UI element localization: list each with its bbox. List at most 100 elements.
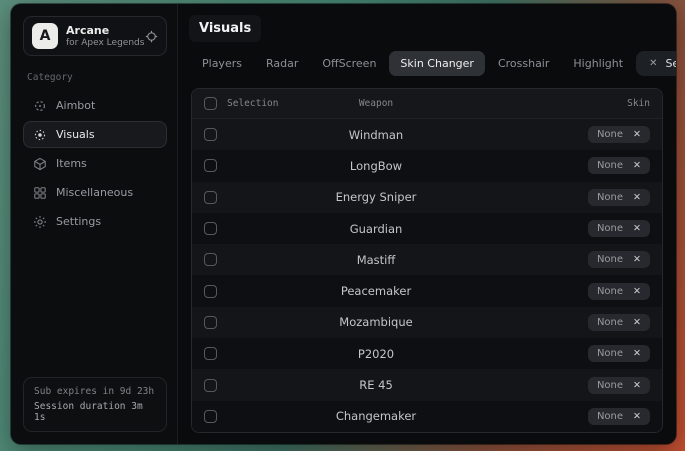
clear-skin-icon[interactable]: ✕ [633, 380, 641, 391]
skin-value: None [597, 380, 623, 391]
skin-value: None [597, 348, 623, 359]
cube-icon [33, 157, 47, 171]
clear-skin-icon[interactable]: ✕ [633, 254, 641, 265]
clear-skin-icon[interactable]: ✕ [633, 317, 641, 328]
app-name: Arcane [66, 24, 137, 37]
row-checkbox[interactable] [204, 379, 217, 392]
table-row[interactable]: Peacemaker None ✕ [192, 275, 662, 306]
sidebar-item-label: Miscellaneous [56, 186, 133, 199]
skin-value: None [597, 129, 623, 140]
tab-bar: Players Radar OffScreen Skin Changer Cro… [191, 51, 663, 76]
tab-label: Crosshair [498, 57, 549, 70]
clear-skin-icon[interactable]: ✕ [633, 129, 641, 140]
sidebar-item[interactable]: Visuals [23, 121, 167, 148]
clear-skin-icon[interactable]: ✕ [633, 223, 641, 234]
row-checkbox[interactable] [204, 222, 217, 235]
row-checkbox[interactable] [204, 159, 217, 172]
select-all-checkbox[interactable] [204, 97, 217, 110]
skin-value: None [597, 223, 623, 234]
skin-column-header: Skin [627, 98, 650, 109]
row-checkbox[interactable] [204, 285, 217, 298]
clear-skin-icon[interactable]: ✕ [633, 411, 641, 422]
skin-selector-chip[interactable]: None ✕ [588, 126, 650, 143]
table-row[interactable]: LongBow None ✕ [192, 150, 662, 181]
tab-label: Skin Changer [400, 57, 474, 70]
skin-selector-chip[interactable]: None ✕ [588, 220, 650, 237]
sidebar-item[interactable]: Aimbot [23, 92, 167, 119]
table-row[interactable]: Windman None ✕ [192, 119, 662, 150]
scan-icon [33, 128, 47, 142]
table-row[interactable]: Mozambique None ✕ [192, 307, 662, 338]
table-row[interactable]: P2020 None ✕ [192, 338, 662, 369]
weapon-name: Guardian [350, 222, 403, 236]
subscription-card: Sub expires in 9d 23h Session duration 3… [23, 377, 167, 432]
skin-selector-chip[interactable]: None ✕ [588, 251, 650, 268]
grid-icon [33, 186, 47, 200]
skin-selector-chip[interactable]: None ✕ [588, 377, 650, 394]
row-checkbox[interactable] [204, 347, 217, 360]
table-row[interactable]: RE 45 None ✕ [192, 369, 662, 400]
skin-selector-chip[interactable]: None ✕ [588, 408, 650, 425]
sidebar-item-label: Aimbot [56, 99, 95, 112]
target-icon[interactable] [145, 30, 158, 43]
sidebar-item-label: Items [56, 157, 87, 170]
table-row[interactable]: Changemaker None ✕ [192, 401, 662, 432]
sub-expires-text: Sub expires in 9d 23h [34, 386, 156, 397]
skin-value: None [597, 192, 623, 203]
search-shortcut-icon: ✕ [649, 58, 657, 69]
row-checkbox[interactable] [204, 128, 217, 141]
skin-selector-chip[interactable]: None ✕ [588, 189, 650, 206]
tab[interactable]: Crosshair [487, 51, 560, 76]
skin-selector-chip[interactable]: None ✕ [588, 314, 650, 331]
search-button[interactable]: ✕ Search [636, 51, 676, 76]
app-header-card: A Arcane for Apex Legends [23, 16, 167, 56]
tab[interactable]: Skin Changer [389, 51, 485, 76]
tab[interactable]: Players [191, 51, 253, 76]
app-logo: A [32, 23, 58, 49]
sidebar-item[interactable]: Items [23, 150, 167, 177]
weapon-name: Energy Sniper [336, 190, 417, 204]
tab-label: Highlight [573, 57, 623, 70]
skin-changer-table: Selection Weapon Skin Windman None ✕ Lon… [191, 88, 663, 433]
sidebar-item-label: Settings [56, 215, 101, 228]
main-panel: Visuals Players Radar OffScreen Skin Cha… [178, 4, 676, 444]
table-row[interactable]: Energy Sniper None ✕ [192, 182, 662, 213]
tab[interactable]: Highlight [562, 51, 634, 76]
skin-selector-chip[interactable]: None ✕ [588, 157, 650, 174]
weapon-name: P2020 [358, 347, 394, 361]
row-checkbox[interactable] [204, 316, 217, 329]
clear-skin-icon[interactable]: ✕ [633, 286, 641, 297]
skin-value: None [597, 254, 623, 265]
clear-skin-icon[interactable]: ✕ [633, 160, 641, 171]
table-header-row: Selection Weapon Skin [192, 89, 662, 119]
tab-label: Radar [266, 57, 298, 70]
category-label: Category [27, 72, 167, 83]
sidebar-item[interactable]: Miscellaneous [23, 179, 167, 206]
skin-selector-chip[interactable]: None ✕ [588, 283, 650, 300]
weapon-name: RE 45 [359, 378, 393, 392]
sidebar-item-label: Visuals [56, 128, 95, 141]
skin-value: None [597, 411, 623, 422]
selection-column-header: Selection [227, 98, 278, 109]
weapon-name: Peacemaker [341, 284, 411, 298]
tab[interactable]: Radar [255, 51, 309, 76]
session-duration-text: Session duration 3m 1s [34, 401, 156, 423]
app-window: A Arcane for Apex Legends Category Aimbo… [11, 4, 676, 444]
search-button-label: Search [665, 57, 676, 70]
weapon-name: Mozambique [339, 315, 412, 329]
sidebar-item[interactable]: Settings [23, 208, 167, 235]
row-checkbox[interactable] [204, 253, 217, 266]
weapon-name: LongBow [350, 159, 402, 173]
tab[interactable]: OffScreen [311, 51, 387, 76]
table-row[interactable]: Guardian None ✕ [192, 213, 662, 244]
gear-icon [33, 215, 47, 229]
skin-value: None [597, 160, 623, 171]
clear-skin-icon[interactable]: ✕ [633, 348, 641, 359]
clear-skin-icon[interactable]: ✕ [633, 192, 641, 203]
table-row[interactable]: Mastiff None ✕ [192, 244, 662, 275]
skin-selector-chip[interactable]: None ✕ [588, 345, 650, 362]
weapon-column-header: Weapon [359, 98, 393, 109]
row-checkbox[interactable] [204, 410, 217, 423]
crosshair-icon [33, 99, 47, 113]
row-checkbox[interactable] [204, 191, 217, 204]
